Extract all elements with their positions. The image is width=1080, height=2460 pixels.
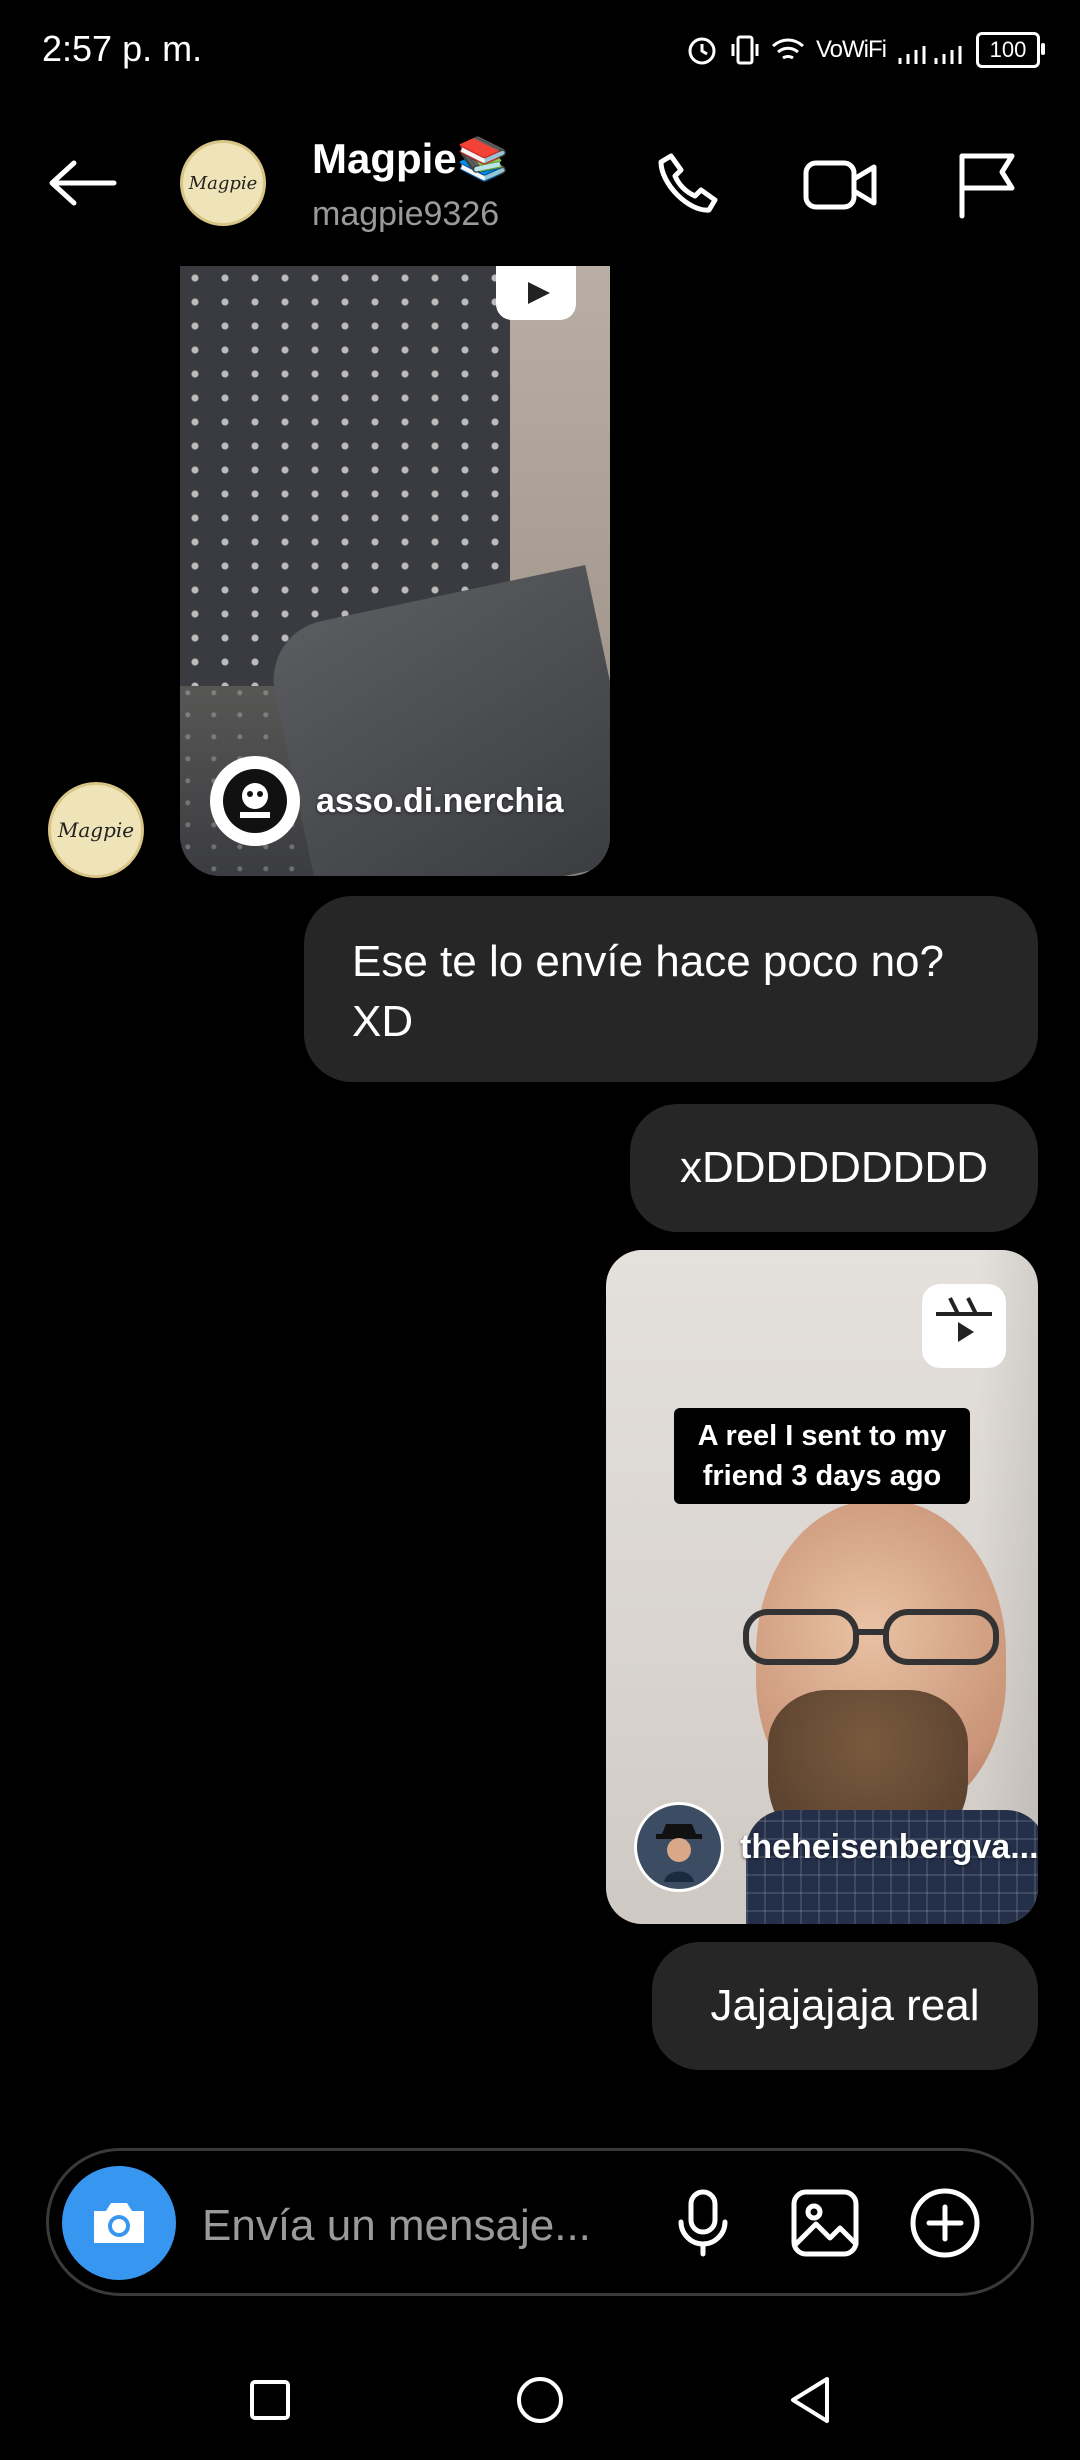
contact-avatar[interactable]: Magpie [180,140,266,226]
message-text: xDDDDDDDDD [680,1143,988,1192]
reel-icon [922,1284,1006,1368]
gallery-button[interactable] [780,2178,870,2268]
status-icons: VoWiFi 100 [674,28,1045,72]
sender-avatar[interactable]: Magpie [48,782,144,878]
alarm-icon [688,37,716,65]
wifi-icon [771,38,804,60]
message-bubble[interactable]: Ese te lo envíe hace poco no? XD [304,896,1038,1082]
received-reel-card[interactable]: asso.di.nerchia [180,266,610,876]
avatar-logo-text: Magpie [57,818,135,842]
voice-message-button[interactable] [658,2178,748,2268]
message-input[interactable] [200,2190,624,2262]
square-icon [250,2380,290,2420]
author-avatar [210,756,300,846]
recent-apps-button[interactable] [230,2360,310,2440]
back-nav-button[interactable] [770,2360,850,2440]
message-bubble[interactable]: xDDDDDDDDD [630,1104,1038,1232]
reel-author-name: asso.di.nerchia [316,781,564,820]
reel-author-row[interactable]: asso.di.nerchia [210,756,564,846]
reel-author-name: theheisenbergva... [740,1827,1038,1866]
message-bubble[interactable]: Jajajajaja real [652,1942,1038,2070]
flag-icon [959,153,1015,219]
camera-icon [94,2203,144,2243]
phone-icon [658,153,718,213]
avatar-logo-text: Magpie [188,172,258,194]
status-time: 2:57 p. m. [42,28,203,69]
reel-icon [496,266,576,320]
microphone-icon [678,2189,728,2257]
battery-level: 100 [989,37,1027,62]
message-text: Jajajajaja real [710,1981,980,2030]
chat-header [0,120,1080,250]
network-label: VoWiFi [815,36,887,63]
back-button[interactable] [44,145,120,221]
arrow-left-icon [49,160,117,206]
circle-icon [517,2377,563,2423]
reel-caption: A reel I sent to my friend 3 days ago [674,1408,970,1504]
more-options-button[interactable] [900,2178,990,2268]
video-camera-icon [803,160,877,210]
plus-circle-icon [910,2188,980,2258]
battery-indicator: 100 [976,32,1045,68]
reel-author-row[interactable]: theheisenbergva... [634,1802,1038,1892]
sent-reel-card[interactable]: A reel I sent to my friend 3 days ago th… [606,1250,1038,1924]
video-call-button[interactable] [800,145,880,225]
home-button[interactable] [500,2360,580,2440]
image-icon [791,2189,859,2257]
signal-icon [898,46,962,64]
reel-thumbnail-glasses [743,1609,999,1665]
report-button[interactable] [946,145,1026,225]
author-avatar [634,1802,724,1892]
contact-name[interactable]: Magpie📚 [312,135,509,184]
camera-button[interactable] [62,2166,176,2280]
triangle-back-icon [791,2377,829,2423]
vibrate-icon [731,35,759,65]
call-button[interactable] [648,145,728,225]
contact-username[interactable]: magpie9326 [312,195,499,234]
